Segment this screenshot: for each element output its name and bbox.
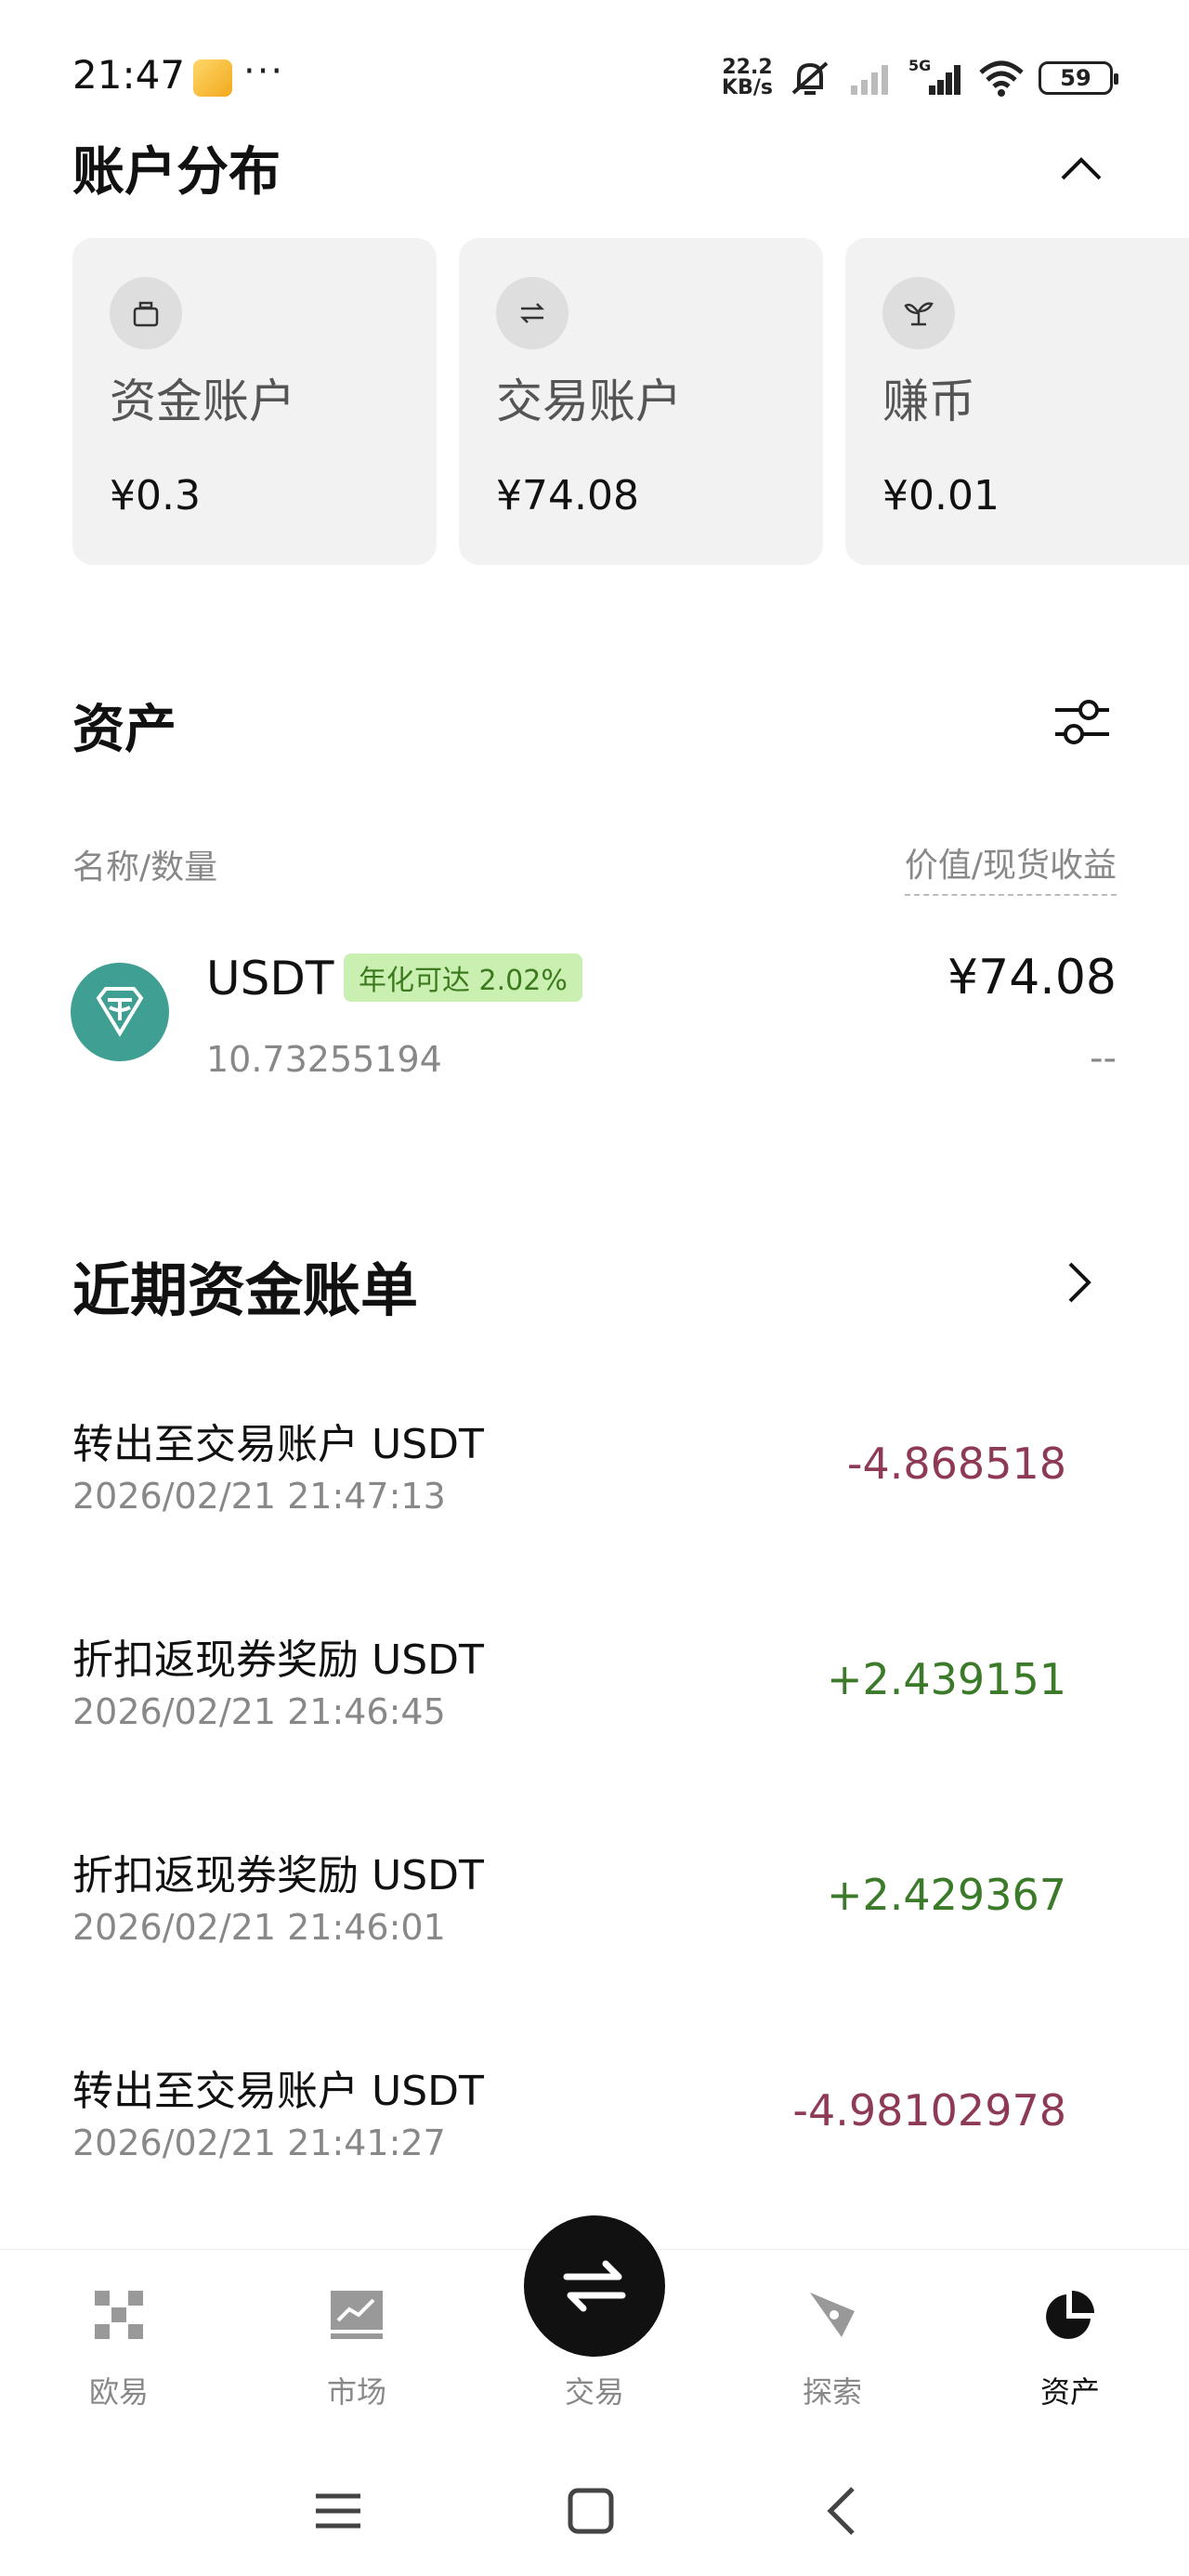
account-card-trading[interactable]: 交易账户 ¥74.08 <box>459 238 823 565</box>
nav-label: 资产 <box>1039 2374 1100 2410</box>
system-nav-bar <box>0 2453 1189 2576</box>
okx-logo-icon <box>95 2291 143 2339</box>
net-speed-unit: KB/s <box>722 76 773 99</box>
status-bar: 21:47 ··· 22.2 KB/s 5G 59 <box>0 0 1189 139</box>
trade-fab-button[interactable] <box>524 2215 665 2357</box>
bill-item[interactable]: 折扣返现券奖励 USDT 2026/02/21 21:46:01 +2.4293… <box>0 1842 1189 2009</box>
bill-time: 2026/02/21 21:46:45 <box>72 1691 446 1732</box>
account-distribution-title: 账户分布 <box>72 142 281 203</box>
back-chevron-icon[interactable] <box>816 2483 871 2539</box>
wallet-icon <box>110 277 182 349</box>
account-card-value: ¥74.08 <box>496 472 639 519</box>
apy-badge[interactable]: 年化可达 2.02% <box>344 953 582 1002</box>
bill-title: 转出至交易账户 USDT <box>72 2068 484 2115</box>
sprout-icon <box>882 277 955 349</box>
bill-item[interactable]: 转出至交易账户 USDT 2026/02/21 21:41:27 -4.9810… <box>0 2057 1189 2225</box>
trade-swap-icon <box>563 2260 626 2312</box>
account-card-label: 交易账户 <box>496 375 682 428</box>
wifi-icon <box>979 60 1024 97</box>
bill-title: 折扣返现券奖励 USDT <box>72 1852 484 1899</box>
bill-amount: +2.429367 <box>826 1870 1066 1920</box>
nav-label: 交易 <box>564 2374 624 2410</box>
asset-amount: 10.73255194 <box>206 1039 442 1080</box>
account-card-value: ¥0.3 <box>110 472 201 519</box>
account-card-funding[interactable]: 资金账户 ¥0.3 <box>72 238 437 565</box>
net-speed-value: 22.2 <box>722 56 773 79</box>
explore-compass-icon <box>810 2293 855 2337</box>
more-notifications-icon: ··· <box>243 50 285 93</box>
nav-item-explore[interactable]: 探索 <box>758 2250 907 2436</box>
mute-bell-icon <box>791 61 829 95</box>
status-time: 21:47 <box>72 52 186 98</box>
menu-icon[interactable] <box>310 2483 366 2539</box>
account-card-label: 赚币 <box>882 375 975 428</box>
nav-item-market[interactable]: 市场 <box>282 2250 431 2436</box>
nav-label: 探索 <box>802 2374 862 2410</box>
bill-item[interactable]: 折扣返现券奖励 USDT 2026/02/21 21:46:45 +2.4391… <box>0 1626 1189 1794</box>
asset-pnl: -- <box>1090 1037 1117 1080</box>
signal-5g-icon: 5G <box>908 58 960 95</box>
bill-amount: +2.439151 <box>826 1654 1066 1704</box>
bill-item[interactable]: 转出至交易账户 USDT 2026/02/21 21:47:13 -4.8685… <box>0 1411 1189 1578</box>
collapse-chevron-up-icon[interactable] <box>1059 149 1104 186</box>
bill-title: 转出至交易账户 USDT <box>72 1421 484 1468</box>
assets-title: 资产 <box>72 700 176 760</box>
bill-title: 折扣返现券奖励 USDT <box>72 1636 484 1684</box>
bill-amount: -4.98102978 <box>792 2085 1066 2136</box>
signal-off-icon <box>851 65 888 95</box>
column-header-name-amount: 名称/数量 <box>72 848 218 887</box>
assets-pie-icon <box>1046 2291 1094 2339</box>
recent-bills-title: 近期资金账单 <box>72 1256 419 1324</box>
notification-app-icon <box>193 59 232 97</box>
asset-symbol: USDT <box>206 952 334 1005</box>
battery-indicator: 59 <box>1039 61 1118 95</box>
bill-time: 2026/02/21 21:46:01 <box>72 1907 446 1948</box>
signal-5g-label: 5G <box>908 58 931 74</box>
nav-item-okx[interactable]: 欧易 <box>45 2250 193 2436</box>
bill-time: 2026/02/21 21:41:27 <box>72 2123 446 2163</box>
nav-label: 市场 <box>326 2374 386 2410</box>
nav-label: 欧易 <box>88 2374 149 2410</box>
home-square-icon[interactable] <box>563 2483 619 2539</box>
asset-value: ¥74.08 <box>947 950 1117 1005</box>
account-card-earn[interactable]: 赚币 ¥0.01 <box>845 238 1189 565</box>
swap-icon <box>496 277 568 349</box>
filter-sliders-icon[interactable] <box>1052 691 1113 753</box>
nav-item-assets[interactable]: 资产 <box>996 2250 1144 2436</box>
column-header-value-pnl[interactable]: 价值/现货收益 <box>904 838 1117 896</box>
market-chart-icon <box>331 2291 383 2339</box>
net-speed: 22.2 KB/s <box>722 58 773 99</box>
bill-amount: -4.868518 <box>846 1439 1066 1489</box>
account-card-value: ¥0.01 <box>882 472 1000 519</box>
bill-time: 2026/02/21 21:47:13 <box>72 1476 446 1517</box>
usdt-logo-icon <box>71 963 169 1061</box>
account-card-label: 资金账户 <box>110 375 295 428</box>
chevron-right-icon[interactable] <box>1065 1258 1094 1307</box>
